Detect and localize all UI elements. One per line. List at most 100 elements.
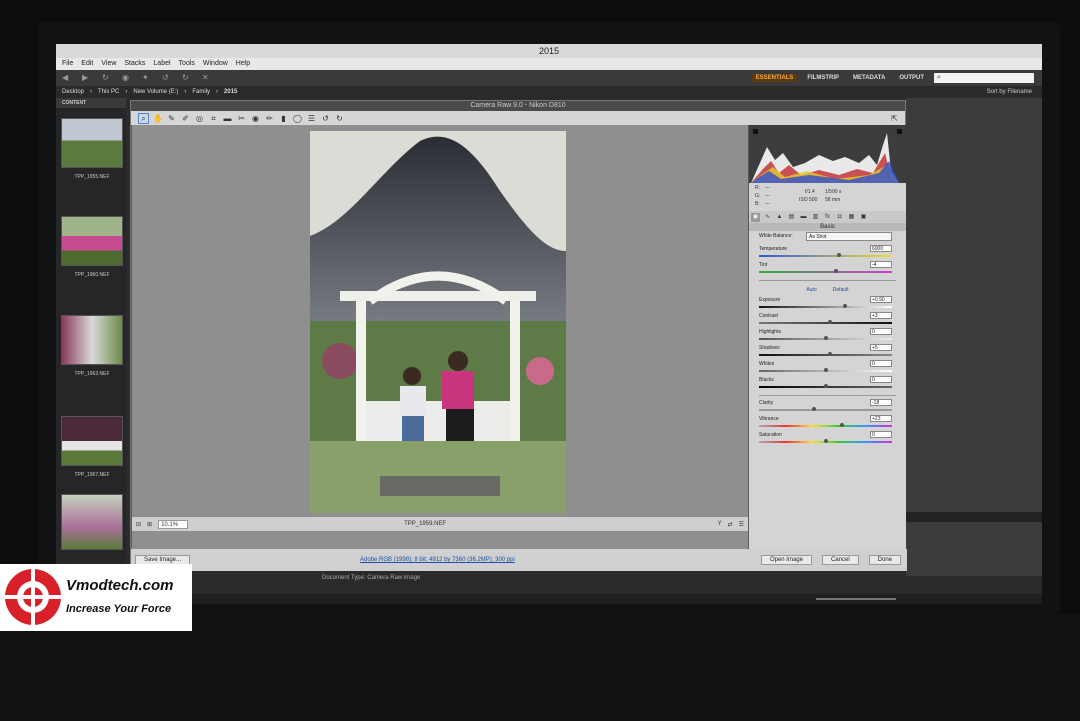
done-button[interactable]: Done [868,555,901,565]
temperature-value[interactable]: 6000 [870,245,892,252]
rotate-right-icon[interactable]: ↻ [335,114,344,123]
menu-file[interactable]: File [62,58,73,70]
delete-icon[interactable]: ✕ [202,73,216,83]
menu-stacks[interactable]: Stacks [124,58,145,70]
search-input[interactable]: ⌕ [934,73,1034,83]
menu-view[interactable]: View [101,58,116,70]
white-balance-icon[interactable]: ✎ [167,114,176,123]
target-adjust-icon[interactable]: ◎ [195,114,204,123]
tab-camera-calibration[interactable]: ◘ [835,213,844,222]
workspace-metadata[interactable]: METADATA [849,74,889,82]
thumbnail[interactable]: TPP_1963.NEF [61,315,123,377]
zoom-in-icon[interactable]: ⊞ [147,521,152,528]
highlights-value[interactable]: 0 [870,328,892,335]
path-volume[interactable]: New Volume (E:) [133,89,178,95]
crop-icon[interactable]: ⌗ [209,114,218,123]
before-after-icon[interactable]: Y [718,521,722,527]
rotate-left-icon[interactable]: ↺ [321,114,330,123]
tint-slider[interactable]: Tint -4 [749,261,906,277]
refine-icon[interactable]: ✦ [142,73,156,83]
path-2015[interactable]: 2015 [224,89,237,95]
menu-help[interactable]: Help [236,58,250,70]
saturation-slider[interactable]: Saturation 0 [749,431,906,447]
tab-effects[interactable]: fx [823,213,832,222]
zoom-level-select[interactable]: 10.1% [158,519,189,529]
contrast-slider[interactable]: Contrast +3 [749,312,906,328]
thumbnail[interactable] [61,494,123,550]
tab-content[interactable]: CONTENT [56,98,126,108]
whites-value[interactable]: 0 [870,360,892,367]
default-link[interactable]: Default [833,287,849,293]
tab-hsl[interactable]: ▤ [787,213,796,222]
tint-value[interactable]: -4 [870,261,892,268]
exposure-slider[interactable]: Exposure +0.90 [749,296,906,312]
shadows-knob[interactable] [827,352,832,356]
shadows-value[interactable]: +5 [870,344,892,351]
spot-removal-icon[interactable]: ✂ [237,114,246,123]
tab-presets[interactable]: ▦ [847,213,856,222]
rotate-right-icon[interactable]: ↻ [182,73,196,83]
radial-filter-icon[interactable]: ◯ [293,114,302,123]
blacks-slider[interactable]: Blacks 0 [749,376,906,392]
thumbnail-size-slider[interactable] [816,598,896,600]
vibrance-value[interactable]: +23 [870,415,892,422]
path-family[interactable]: Family [192,89,210,95]
shadows-slider[interactable]: Shadows +5 [749,344,906,360]
tab-split-toning[interactable]: ▬ [799,213,808,222]
cancel-button[interactable]: Cancel [821,555,859,565]
preferences-icon[interactable]: ☰ [307,114,316,123]
open-image-button[interactable]: Open Image [760,555,812,565]
camera-icon[interactable]: ◉ [122,73,136,83]
workspace-filmstrip[interactable]: FILMSTRIP [803,74,843,82]
recent-folder-icon[interactable]: ↻ [102,73,116,83]
tab-detail[interactable]: ▲ [775,213,784,222]
workflow-options-link[interactable]: Adobe RGB (1998); 8 bit; 4912 by 7360 (3… [360,557,515,563]
path-this-pc[interactable]: This PC [98,89,119,95]
menu-label[interactable]: Label [153,58,170,70]
white-balance-select[interactable]: As Shot [806,232,892,241]
toggle-icon[interactable]: ☰ [739,521,744,528]
menu-edit[interactable]: Edit [81,58,93,70]
tint-knob[interactable] [833,269,838,273]
auto-link[interactable]: Auto [806,287,816,293]
hand-icon[interactable]: ✋ [153,114,163,123]
thumbnail[interactable]: TPP_1955.NEF [61,118,123,180]
menu-tools[interactable]: Tools [179,58,195,70]
thumbnail[interactable]: TPP_1967.NEF [61,416,123,478]
blacks-value[interactable]: 0 [870,376,892,383]
tab-basic[interactable]: ◉ [751,212,760,222]
tab-snapshots[interactable]: ▣ [859,213,868,222]
straighten-icon[interactable]: ▬ [223,114,232,123]
path-desktop[interactable]: Desktop [62,89,84,95]
saturation-value[interactable]: 0 [870,431,892,438]
whites-slider[interactable]: Whites 0 [749,360,906,376]
thumbnail[interactable]: TPP_1960.NEF [61,216,123,278]
forward-icon[interactable]: ▶ [82,73,96,83]
zoom-out-icon[interactable]: ⊟ [136,521,141,528]
contrast-value[interactable]: +3 [870,312,892,319]
workspace-output[interactable]: OUTPUT [895,74,928,82]
temperature-knob[interactable] [836,253,841,257]
sort-dropdown[interactable]: Sort by Filename [987,89,1032,95]
highlights-slider[interactable]: Highlights 0 [749,328,906,344]
workspace-essentials[interactable]: ESSENTIALS [751,74,798,82]
menu-window[interactable]: Window [203,58,228,70]
exposure-value[interactable]: +0.90 [870,296,892,303]
swap-icon[interactable]: ⇄ [728,521,733,528]
zoom-icon[interactable]: ⌕ [138,112,149,124]
color-sampler-icon[interactable]: ✐ [181,114,190,123]
contrast-knob[interactable] [827,320,832,324]
tab-tone-curve[interactable]: ∿ [763,213,772,222]
fullscreen-icon[interactable]: ⇱ [890,114,899,123]
rotate-left-icon[interactable]: ↺ [162,73,176,83]
tab-lens[interactable]: ▥ [811,213,820,222]
clarity-slider[interactable]: Clarity -18 [749,399,906,415]
clarity-value[interactable]: -18 [870,399,892,406]
vibrance-slider[interactable]: Vibrance +23 [749,415,906,431]
temperature-slider[interactable]: Temperature 6000 [749,245,906,261]
graduated-filter-icon[interactable]: ▮ [279,114,288,123]
red-eye-icon[interactable]: ◉ [251,114,260,123]
back-icon[interactable]: ◀ [62,73,76,83]
brush-icon[interactable]: ✏ [265,114,274,123]
clarity-knob[interactable] [811,407,816,411]
